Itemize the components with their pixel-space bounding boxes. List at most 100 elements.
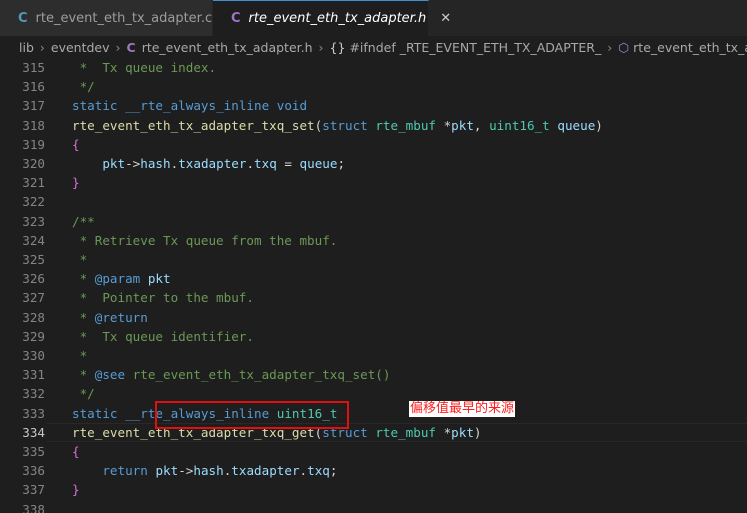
code-token: struct xyxy=(322,117,368,133)
code-token: * xyxy=(72,271,95,287)
breadcrumb-ifndef[interactable]: #ifndef _RTE_EVENT_ETH_TX_ADAPTER_ xyxy=(349,40,601,55)
code-token: { xyxy=(72,444,80,459)
breadcrumb-lib[interactable]: lib xyxy=(19,40,34,55)
code-line[interactable]: 334 rte_event_eth_tx_adapter_txq_get(stru… xyxy=(0,422,747,442)
code-token: * xyxy=(72,367,95,383)
line-number: 329 xyxy=(22,328,45,344)
chevron-right-icon: › xyxy=(115,39,121,55)
code-line[interactable]: 330 * xyxy=(0,346,747,365)
code-token: pkt xyxy=(451,424,474,440)
line-number: 318 xyxy=(22,117,45,133)
code-line[interactable]: 316 */ xyxy=(0,77,747,96)
c-header-icon: C xyxy=(126,39,136,55)
tab-h-file[interactable]: C rte_event_eth_tx_adapter.h ✕ xyxy=(213,0,451,36)
code-token: pkt xyxy=(155,463,179,479)
line-number: 328 xyxy=(22,309,45,325)
code-line[interactable]: 317 static __rte_always_inline void xyxy=(0,96,747,115)
code-line[interactable]: 323 /** xyxy=(0,212,747,231)
code-token: void xyxy=(276,98,308,114)
code-token: } xyxy=(72,482,80,498)
code-line[interactable]: 338 xyxy=(0,500,747,513)
code-line[interactable]: 328 * @return xyxy=(0,308,747,327)
code-text: * Pointer to the mbuf. xyxy=(72,288,254,307)
line-number: 324 xyxy=(22,232,45,248)
code-token: __rte_always_inline xyxy=(125,98,270,114)
breadcrumb: lib › eventdev › C rte_event_eth_tx_adap… xyxy=(0,36,747,58)
code-line[interactable]: 332 */ xyxy=(0,384,747,403)
code-token: txadapter xyxy=(178,156,247,171)
code-token: * xyxy=(436,117,452,133)
line-number: 338 xyxy=(22,501,45,513)
code-line[interactable]: 324 * Retrieve Tx queue from the mbuf. xyxy=(0,231,747,250)
chevron-right-icon: › xyxy=(39,39,45,55)
line-number: 319 xyxy=(22,136,45,152)
cube-symbol-icon: ⬡ xyxy=(618,39,630,55)
code-token: rte_event_eth_tx_adapter_txq_set() xyxy=(125,367,391,383)
highlight-box xyxy=(155,401,349,429)
code-text: static __rte_always_inline void xyxy=(72,96,307,115)
code-line[interactable]: 318 rte_event_eth_tx_adapter_txq_set(stru… xyxy=(0,116,747,135)
code-line[interactable]: 325 * xyxy=(0,250,747,269)
line-number: 323 xyxy=(22,213,45,229)
close-icon[interactable]: ✕ xyxy=(440,11,451,26)
code-line[interactable]: 319 { xyxy=(0,135,747,154)
code-text: * Tx queue identifier. xyxy=(72,327,254,346)
line-number: 327 xyxy=(22,290,45,306)
code-token: ; xyxy=(329,463,338,479)
code-token: . xyxy=(299,463,308,479)
code-token: { xyxy=(72,136,80,152)
code-token: * xyxy=(72,309,95,325)
line-number: 334 xyxy=(22,424,45,440)
code-token: * Pointer to the mbuf. xyxy=(72,290,254,306)
code-line[interactable]: 322 xyxy=(0,192,747,211)
code-line[interactable]: 335 { xyxy=(0,442,747,461)
code-token: rte_event_eth_tx_adapter_txq_set xyxy=(72,117,315,133)
code-token: return xyxy=(102,463,148,479)
annotation-note: 偏移值最早的来源 xyxy=(409,401,516,417)
code-text: } xyxy=(72,173,80,192)
line-number: 330 xyxy=(22,348,45,363)
code-token: /** xyxy=(72,213,95,229)
code-text: return pkt->hash.txadapter.txq; xyxy=(72,461,337,480)
code-line[interactable]: 336 return pkt->hash.txadapter.txq; xyxy=(0,461,747,480)
c-file-icon: C xyxy=(18,10,28,26)
breadcrumb-symbol[interactable]: rte_event_eth_tx_adapter_t xyxy=(633,40,747,55)
breadcrumb-file[interactable]: rte_event_eth_tx_adapter.h xyxy=(142,40,313,55)
tab-c-file[interactable]: C rte_event_eth_tx_adapter.c xyxy=(0,0,213,36)
code-line[interactable]: 321} xyxy=(0,173,747,192)
code-token: * Retrieve Tx queue from the mbuf. xyxy=(72,232,338,248)
code-line[interactable]: 331 * @see rte_event_eth_tx_adapter_txq_… xyxy=(0,365,747,384)
code-token: pkt xyxy=(451,117,474,133)
code-text: */ xyxy=(72,77,95,96)
code-line[interactable]: 327 * Pointer to the mbuf. xyxy=(0,288,747,307)
code-token: @see xyxy=(94,367,126,383)
code-token: -> xyxy=(178,463,194,479)
code-line[interactable]: 337} xyxy=(0,480,747,499)
code-line[interactable]: 326 * @param pkt xyxy=(0,269,747,288)
code-token: ) xyxy=(473,424,482,440)
line-number: 322 xyxy=(22,194,45,210)
code-token: rte_mbuf xyxy=(375,117,436,133)
code-line[interactable]: 333 static __rte_always_inline uint16_t xyxy=(0,404,747,423)
namespace-icon: {} xyxy=(329,39,346,55)
code-token: * xyxy=(72,252,88,267)
code-editor[interactable]: 315 * Tx queue index. 316 */317 static __r… xyxy=(0,58,747,513)
code-text: rte_event_eth_tx_adapter_txq_set(struct … xyxy=(72,116,603,135)
code-line[interactable]: 329 * Tx queue identifier. xyxy=(0,327,747,346)
code-text: } xyxy=(72,480,80,499)
code-token: * xyxy=(436,424,452,440)
code-token: , xyxy=(473,117,490,133)
code-token: hash xyxy=(193,463,224,479)
code-token: queue xyxy=(557,117,596,133)
breadcrumb-eventdev[interactable]: eventdev xyxy=(51,40,110,55)
code-text: { xyxy=(72,442,80,461)
code-token: uint16_t xyxy=(489,117,550,133)
line-number: 326 xyxy=(22,271,45,287)
code-line[interactable]: 315 * Tx queue index. xyxy=(0,58,747,77)
code-text: * xyxy=(72,250,88,269)
code-token: queue xyxy=(299,156,338,171)
line-number: 316 xyxy=(22,79,45,95)
code-line[interactable]: 320 pkt->hash.txadapter.txq = queue; xyxy=(0,154,747,173)
